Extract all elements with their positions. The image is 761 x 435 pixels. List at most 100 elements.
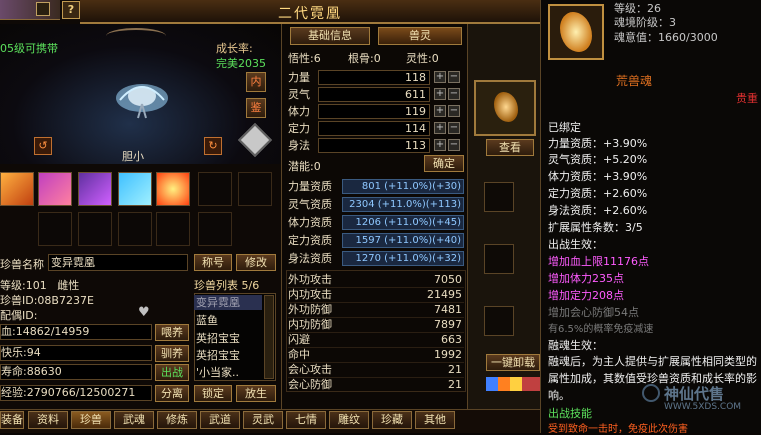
lock-button[interactable]: 锁定 — [194, 385, 232, 402]
attr-label: 定力 — [288, 122, 310, 135]
pet-temper: 胆小 — [122, 150, 144, 163]
aptitude-value: 1206 (+11.0%)(+45) — [342, 215, 464, 230]
view-button[interactable]: 查看 — [486, 139, 534, 156]
plus-icon[interactable]: + — [434, 88, 446, 100]
soul-stat: 力量资质：+3.90% — [548, 137, 648, 150]
tab-cultivate[interactable]: 修炼 — [157, 411, 197, 429]
plus-icon[interactable]: + — [434, 122, 446, 134]
pet-list-item-3[interactable]: 英招宝宝 — [196, 330, 240, 346]
soul-slot-2-icon[interactable] — [484, 182, 514, 212]
release-button[interactable]: 放生 — [236, 385, 276, 402]
tab-beast-spirit[interactable]: 兽灵 — [378, 27, 462, 45]
tab-diaowen[interactable]: 雕纹 — [329, 411, 369, 429]
checkbox-icon[interactable] — [36, 2, 50, 16]
watermark-url: WWW.5XDS.COM — [664, 402, 742, 412]
pet-name-input[interactable]: 变异霓凰 — [48, 254, 188, 271]
aptitude-label: 身法资质 — [288, 252, 332, 265]
jian-button[interactable]: 鉴 — [246, 98, 266, 118]
effect-line: 增加定力208点 — [548, 289, 624, 302]
soul-value: 魂意值：1660/3000 — [614, 31, 718, 44]
nei-button[interactable]: 内 — [246, 72, 266, 92]
attr-label: 力量 — [288, 71, 310, 84]
attr-value: 118 — [318, 70, 430, 85]
pet-list-item-2[interactable]: 蓝鱼 — [196, 312, 218, 328]
aptitude-value: 801 (+11.0%)(+30) — [342, 179, 464, 194]
skill-slot-4-icon[interactable] — [118, 172, 152, 206]
skill-slot-7[interactable] — [238, 172, 272, 206]
minus-icon[interactable]: − — [448, 139, 460, 151]
skill-slot-3-icon[interactable] — [78, 172, 112, 206]
aptitude-row: 体力资质 1206 (+11.0%)(+45) — [288, 214, 464, 231]
tab-basic-info[interactable]: 基础信息 — [290, 27, 370, 45]
minus-icon[interactable]: − — [448, 71, 460, 83]
attr-value: 114 — [318, 121, 430, 136]
skill-slot-12[interactable] — [198, 212, 232, 246]
soul-name: 荒兽魂 — [616, 74, 653, 88]
unload-all-button[interactable]: 一键卸载 — [486, 354, 540, 371]
combat-label: 闪避 — [288, 333, 310, 346]
minus-icon[interactable]: − — [448, 122, 460, 134]
tame-button[interactable]: 驯养 — [155, 345, 189, 362]
modify-button[interactable]: 修改 — [236, 254, 276, 271]
feed-button[interactable]: 喂养 — [155, 324, 189, 341]
minus-icon[interactable]: − — [448, 88, 460, 100]
tab-wudao[interactable]: 武道 — [200, 411, 240, 429]
attr-row: 体力 119 + − — [288, 103, 464, 120]
soul-slot-3-icon[interactable] — [484, 244, 514, 274]
title-button[interactable]: 称号 — [194, 254, 232, 271]
tab-wuhun[interactable]: 武魂 — [114, 411, 154, 429]
split-button[interactable]: 分离 — [155, 385, 189, 402]
skill-slot-1-icon[interactable] — [0, 172, 34, 206]
minus-icon[interactable]: − — [448, 105, 460, 117]
plus-icon[interactable]: + — [434, 71, 446, 83]
pet-list-item-5[interactable]: '小当家.. — [196, 364, 239, 380]
pet-name-label: 珍兽名称 — [0, 258, 44, 271]
rotate-left-button[interactable]: ↺ — [34, 137, 52, 155]
tab-other[interactable]: 其他 — [415, 411, 455, 429]
pet-list-title: 珍兽列表 5/6 — [194, 279, 260, 292]
pet-list-item-1[interactable]: 变异霓凰 — [194, 295, 262, 310]
combat-label: 命中 — [288, 348, 310, 361]
fusion-title: 融魂生效： — [548, 339, 603, 352]
skill-slot-9[interactable] — [78, 212, 112, 246]
battle-button[interactable]: 出战 — [155, 364, 189, 381]
skill-slot-8[interactable] — [38, 212, 72, 246]
skill-slot-11[interactable] — [156, 212, 190, 246]
tab-profile[interactable]: 资料 — [28, 411, 68, 429]
soul-slot-4-icon[interactable] — [484, 306, 514, 336]
aptitude-row: 身法资质 1270 (+11.0%)(+32) — [288, 250, 464, 267]
avatar-frame — [0, 0, 60, 20]
level-line: 等级:101 雌性 — [0, 279, 80, 292]
soul-stat: 体力资质：+3.90% — [548, 170, 648, 183]
effect-line: 增加血上限11176点 — [548, 255, 649, 268]
pet-list-scrollbar[interactable] — [264, 295, 274, 379]
aptitude-row: 力量资质 801 (+11.0%)(+30) — [288, 178, 464, 195]
rare-tag: 贵重 — [736, 92, 758, 105]
help-button[interactable]: ? — [62, 1, 80, 19]
watermark-name: 神仙代售 — [664, 385, 725, 403]
tab-collection[interactable]: 珍藏 — [372, 411, 412, 429]
pet-list-item-4[interactable]: 英招宝宝 — [196, 347, 240, 363]
tab-equip[interactable]: 装备 — [0, 411, 24, 429]
growth-label: 成长率: — [216, 42, 253, 55]
buff-icons — [486, 377, 540, 391]
combat-label: 会心防御 — [288, 378, 332, 391]
soul-stat: 定力资质：+2.60% — [548, 187, 648, 200]
tab-lingwu[interactable]: 灵武 — [243, 411, 283, 429]
attr-value: 113 — [318, 138, 430, 153]
plus-icon[interactable]: + — [434, 139, 446, 151]
effect-line: 增加体力235点 — [548, 272, 624, 285]
tab-qiqing[interactable]: 七情 — [286, 411, 326, 429]
soul-stat: 身法资质：+2.60% — [548, 204, 648, 217]
attr-value: 119 — [318, 104, 430, 119]
attr-label: 身法 — [288, 139, 310, 152]
combat-value: 21 — [448, 378, 462, 391]
confirm-button[interactable]: 确定 — [424, 155, 464, 172]
plus-icon[interactable]: + — [434, 105, 446, 117]
skill-slot-2-icon[interactable] — [38, 172, 72, 206]
skill-slot-6[interactable] — [198, 172, 232, 206]
skill-slot-5-icon[interactable] — [156, 172, 190, 206]
rotate-right-button[interactable]: ↻ — [204, 137, 222, 155]
skill-slot-10[interactable] — [118, 212, 152, 246]
tab-pet[interactable]: 珍兽 — [71, 411, 111, 429]
